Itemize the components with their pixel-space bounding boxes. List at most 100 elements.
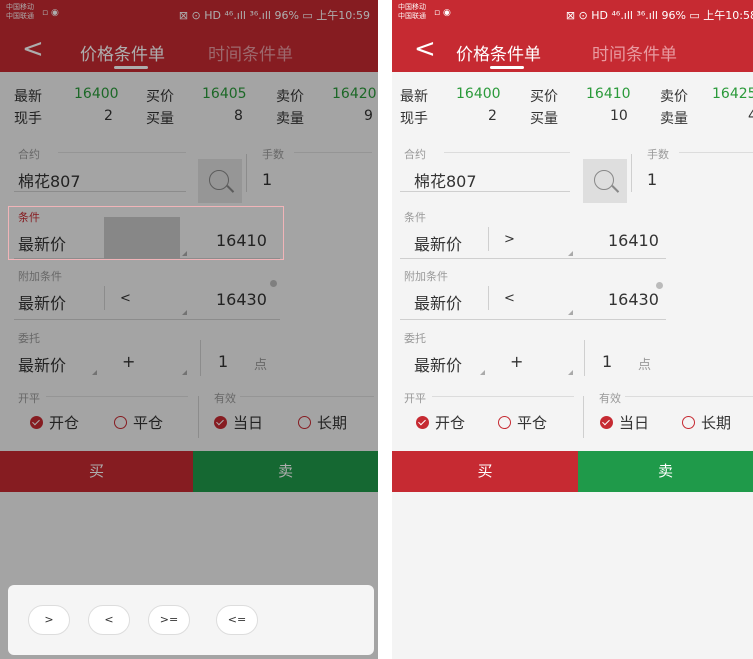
tab-price-condition[interactable]: 价格条件单 (456, 40, 541, 65)
bid-volume: 10 (610, 108, 628, 124)
order-operator[interactable]: + (510, 352, 523, 371)
bid-volume-label: 买量 (530, 111, 558, 127)
carrier-1: 中国移动 (398, 3, 426, 11)
extra-condition-field[interactable]: 附加条件 最新价 < 16430 (14, 268, 280, 320)
open-close-label: 开平 (18, 392, 40, 405)
search-contract-button[interactable] (583, 159, 627, 203)
order-ticks[interactable]: 1 (218, 352, 228, 371)
tab-price-condition[interactable]: 价格条件单 (80, 40, 165, 65)
extra-operator[interactable]: < (120, 291, 131, 306)
today-label: 当日 (233, 414, 264, 432)
nav-bar: < 价格条件单 时间条件单 (392, 28, 753, 72)
validity-label: 有效 (599, 392, 621, 405)
radio-open[interactable]: 开仓 (30, 412, 79, 433)
latest-label: 最新 (400, 89, 428, 105)
key-greater[interactable]: > (28, 605, 70, 635)
ticks-unit: 点 (254, 358, 268, 373)
radio-close[interactable]: 平仓 (114, 412, 163, 433)
search-contract-button[interactable] (198, 159, 242, 203)
ask-volume-label: 卖量 (276, 111, 304, 127)
ask-price: 16425 (712, 86, 753, 102)
extra-condition-field[interactable]: 附加条件 最新价 < 16430 (400, 268, 666, 320)
extra-operator[interactable]: < (504, 291, 515, 306)
order-price-type[interactable]: 最新价 (18, 352, 66, 376)
tab-time-condition[interactable]: 时间条件单 (208, 40, 293, 65)
ticks-unit: 点 (638, 358, 652, 373)
clear-icon[interactable] (270, 280, 277, 287)
key-less-equal[interactable]: <= (216, 605, 258, 635)
extra-price[interactable]: 16430 (216, 290, 267, 309)
radio-checked-icon (214, 416, 227, 429)
notification-icons: ▫ ◉ (434, 8, 451, 18)
tab-time-condition[interactable]: 时间条件单 (592, 40, 677, 65)
bid-label: 买价 (146, 89, 174, 105)
focused-condition-outline (8, 206, 284, 260)
status-right: ⊠ ⊙ HD ⁴⁶.ıll ³⁶.ıll 96% ▭ 上午10:58 (565, 9, 753, 22)
carrier-2: 中国联通 (6, 12, 34, 20)
long-label: 长期 (701, 414, 732, 432)
bid-volume: 8 (234, 108, 243, 124)
ask-volume: 4 (748, 108, 753, 124)
order-ticks[interactable]: 1 (602, 352, 612, 371)
search-icon (209, 170, 229, 190)
condition-price-type[interactable]: 最新价 (414, 231, 462, 255)
key-less[interactable]: < (88, 605, 130, 635)
radio-close[interactable]: 平仓 (498, 412, 547, 433)
order-price-field[interactable]: 委托 最新价 + 1 点 (14, 330, 284, 380)
back-arrow-icon[interactable]: < (414, 34, 436, 64)
carrier-info: 中国移动 中国联通 (398, 3, 426, 21)
sell-button[interactable]: 卖 (193, 451, 378, 492)
search-icon (594, 170, 614, 190)
open-close-label: 开平 (404, 392, 426, 405)
condition-label: 条件 (404, 211, 426, 224)
close-label: 平仓 (517, 414, 548, 432)
operator-keyboard: > < >= <= (8, 585, 374, 655)
extra-price[interactable]: 16430 (608, 290, 659, 309)
radio-open[interactable]: 开仓 (416, 412, 465, 433)
extra-condition-label: 附加条件 (18, 270, 62, 283)
lots-field[interactable]: 手数 1 (246, 146, 372, 192)
lots-field[interactable]: 手数 1 (631, 146, 753, 192)
hand-label: 现手 (400, 111, 428, 127)
clear-icon[interactable] (656, 282, 663, 289)
radio-today[interactable]: 当日 (600, 412, 649, 433)
back-arrow-icon[interactable]: < (22, 34, 44, 64)
sell-button[interactable]: 卖 (578, 451, 753, 492)
condition-price[interactable]: 16410 (608, 231, 659, 250)
lots-label: 手数 (262, 148, 284, 161)
status-bar: 中国移动 中国联通 ▫ ◉ ⊠ ⊙ HD ⁴⁶.ıll ³⁶.ıll 96% ▭… (0, 0, 378, 28)
bid-volume-label: 买量 (146, 111, 174, 127)
order-operator[interactable]: + (122, 352, 135, 371)
contract-field[interactable]: 合约 棉花807 (14, 146, 186, 192)
order-price-type[interactable]: 最新价 (414, 352, 462, 376)
order-price-field[interactable]: 委托 最新价 + 1 点 (400, 330, 670, 380)
radio-checked-icon (416, 416, 429, 429)
radio-long[interactable]: 长期 (298, 412, 347, 433)
condition-field[interactable]: 条件 最新价 > 16410 (400, 209, 666, 259)
nav-bar: < 价格条件单 时间条件单 (0, 28, 378, 72)
latest-label: 最新 (14, 89, 42, 105)
ask-price: 16420 (332, 86, 377, 102)
buy-button[interactable]: 买 (392, 451, 578, 492)
radio-long[interactable]: 长期 (682, 412, 731, 433)
hand-label: 现手 (14, 111, 42, 127)
condition-operator[interactable]: > (504, 232, 515, 247)
buy-button[interactable]: 买 (0, 451, 193, 492)
lots-value: 1 (262, 170, 273, 189)
contract-value: 棉花807 (18, 172, 81, 191)
radio-unchecked-icon (298, 416, 311, 429)
ask-label: 卖价 (660, 89, 688, 105)
ask-label: 卖价 (276, 89, 304, 105)
extra-price-type[interactable]: 最新价 (414, 290, 462, 314)
order-label: 委托 (18, 332, 40, 345)
extra-price-type[interactable]: 最新价 (18, 290, 66, 314)
radio-unchecked-icon (498, 416, 511, 429)
contract-label: 合约 (404, 148, 426, 161)
contract-field[interactable]: 合约 棉花807 (400, 146, 570, 192)
radio-checked-icon (30, 416, 43, 429)
carrier-2: 中国联通 (398, 12, 426, 20)
radio-today[interactable]: 当日 (214, 412, 263, 433)
validity-label: 有效 (214, 392, 236, 405)
open-label: 开仓 (435, 414, 466, 432)
key-greater-equal[interactable]: >= (148, 605, 190, 635)
